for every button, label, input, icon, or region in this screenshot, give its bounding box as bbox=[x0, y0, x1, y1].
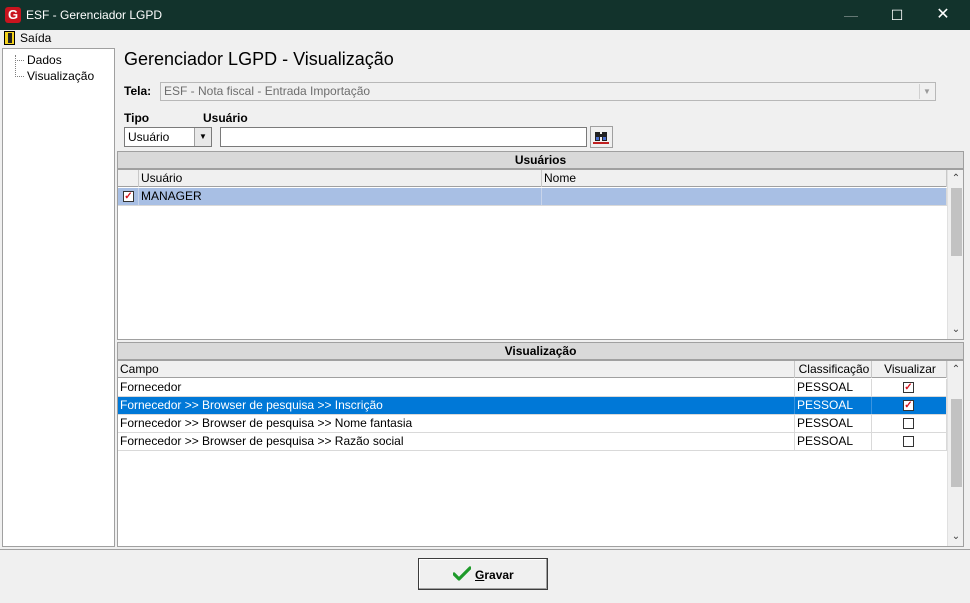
campo-cell: Fornecedor >> Browser de pesquisa >> Nom… bbox=[118, 415, 795, 432]
column-header-select bbox=[118, 170, 139, 187]
classificacao-cell: PESSOAL bbox=[795, 397, 872, 414]
visualizar-checkbox[interactable]: ✓ bbox=[903, 382, 914, 393]
scroll-thumb[interactable] bbox=[951, 399, 962, 487]
visualizacao-scrollbar[interactable]: ⌃ ⌄ bbox=[947, 361, 963, 546]
usuario-label: Usuário bbox=[203, 111, 248, 125]
menu-bar: Saída bbox=[0, 30, 970, 47]
chevron-down-icon[interactable]: ▼ bbox=[194, 128, 211, 146]
scroll-up-icon[interactable]: ⌃ bbox=[948, 362, 963, 378]
green-check-icon bbox=[453, 566, 471, 581]
campo-cell: Fornecedor bbox=[118, 379, 795, 396]
save-button[interactable]: Gravar bbox=[418, 558, 548, 590]
visualizacao-section-header: Visualização bbox=[117, 342, 964, 360]
visualizar-cell: ✓ bbox=[872, 397, 947, 414]
search-button[interactable] bbox=[590, 126, 613, 148]
menu-exit-label: Saída bbox=[20, 31, 52, 45]
column-header-nome[interactable]: Nome bbox=[542, 170, 947, 187]
app-logo-icon: G bbox=[5, 7, 21, 23]
tipo-select-value: Usuário bbox=[128, 130, 170, 144]
tree-item-visualizacao[interactable]: Visualização bbox=[15, 69, 94, 83]
scroll-up-icon[interactable]: ⌃ bbox=[948, 171, 963, 187]
scroll-down-icon[interactable]: ⌄ bbox=[948, 322, 963, 338]
title-bar: G ESF - Gerenciador LGPD — ☐ ✕ bbox=[0, 0, 970, 30]
tela-label: Tela: bbox=[124, 84, 152, 98]
window-title: ESF - Gerenciador LGPD bbox=[26, 8, 163, 22]
save-button-label: Gravar bbox=[475, 568, 514, 582]
column-header-campo[interactable]: Campo bbox=[118, 361, 795, 378]
classificacao-cell: PESSOAL bbox=[795, 379, 872, 396]
table-row[interactable]: Fornecedor PESSOAL ✓ bbox=[118, 379, 947, 397]
classificacao-cell: PESSOAL bbox=[795, 415, 872, 432]
table-row[interactable]: ✓ MANAGER bbox=[118, 188, 947, 206]
usuario-cell: MANAGER bbox=[139, 188, 542, 205]
column-header-visualizar[interactable]: Visualizar bbox=[872, 361, 947, 378]
visualizar-checkbox[interactable] bbox=[903, 436, 914, 447]
usuarios-scrollbar[interactable]: ⌃ ⌄ bbox=[947, 170, 963, 339]
tela-select-value: ESF - Nota fiscal - Entrada Importação bbox=[164, 84, 371, 98]
campo-cell: Fornecedor >> Browser de pesquisa >> Ins… bbox=[118, 397, 795, 414]
scroll-down-icon[interactable]: ⌄ bbox=[948, 529, 963, 545]
navigation-tree: Dados Visualização bbox=[2, 48, 115, 547]
usuarios-grid: Usuário Nome ✓ MANAGER ⌃ ⌄ bbox=[117, 169, 964, 340]
column-header-usuario[interactable]: Usuário bbox=[139, 170, 542, 187]
tree-item-dados[interactable]: Dados bbox=[15, 53, 62, 67]
minimize-icon[interactable]: — bbox=[828, 0, 874, 30]
visualizar-cell: ✓ bbox=[872, 379, 947, 396]
table-row[interactable]: Fornecedor >> Browser de pesquisa >> Nom… bbox=[118, 415, 947, 433]
exit-door-icon bbox=[4, 31, 15, 45]
visualizar-cell bbox=[872, 415, 947, 432]
usuarios-grid-header: Usuário Nome bbox=[118, 170, 947, 187]
close-icon[interactable]: ✕ bbox=[920, 0, 966, 30]
column-header-classificacao[interactable]: Classificação bbox=[795, 361, 872, 378]
classificacao-cell: PESSOAL bbox=[795, 433, 872, 450]
row-select-cell[interactable]: ✓ bbox=[118, 188, 139, 205]
chevron-down-icon[interactable]: ▼ bbox=[919, 84, 934, 99]
binoculars-search-icon bbox=[593, 132, 609, 144]
table-row-selected[interactable]: Fornecedor >> Browser de pesquisa >> Ins… bbox=[118, 397, 947, 415]
tela-select[interactable]: ESF - Nota fiscal - Entrada Importação ▼ bbox=[160, 82, 936, 101]
visualizacao-grid: Campo Classificação Visualizar Fornecedo… bbox=[117, 360, 964, 547]
nome-cell bbox=[542, 188, 947, 205]
tipo-label: Tipo bbox=[124, 111, 150, 125]
visualizacao-grid-header: Campo Classificação Visualizar bbox=[118, 361, 947, 378]
scroll-thumb[interactable] bbox=[951, 188, 962, 256]
visualizar-cell bbox=[872, 433, 947, 450]
campo-cell: Fornecedor >> Browser de pesquisa >> Raz… bbox=[118, 433, 795, 450]
tipo-select[interactable]: Usuário ▼ bbox=[124, 127, 212, 147]
maximize-icon[interactable]: ☐ bbox=[874, 0, 920, 30]
usuarios-section-header: Usuários bbox=[117, 151, 964, 169]
visualizar-checkbox[interactable] bbox=[903, 418, 914, 429]
usuario-search-input[interactable] bbox=[220, 127, 587, 147]
page-title: Gerenciador LGPD - Visualização bbox=[124, 49, 394, 69]
row-checkbox[interactable]: ✓ bbox=[123, 191, 134, 202]
visualizar-checkbox[interactable]: ✓ bbox=[903, 400, 914, 411]
table-row[interactable]: Fornecedor >> Browser de pesquisa >> Raz… bbox=[118, 433, 947, 451]
